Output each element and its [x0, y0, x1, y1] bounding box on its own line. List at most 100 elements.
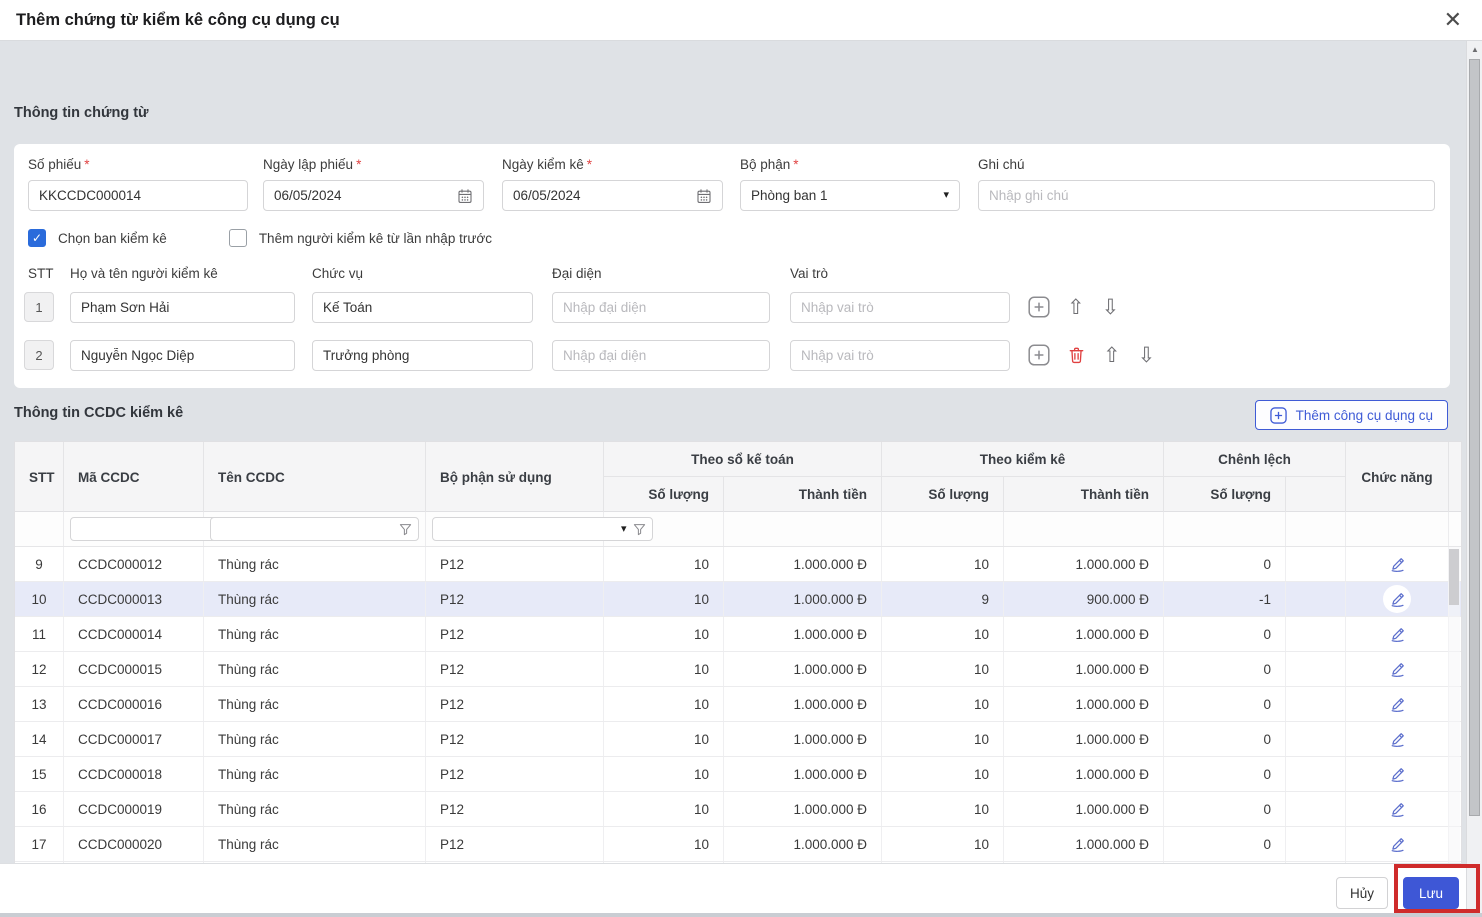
delete-person-icon[interactable]	[1067, 345, 1086, 365]
edit-row-button[interactable]	[1383, 760, 1411, 788]
table-row[interactable]: 17 CCDC000020 Thùng rác P12 10 1.000.000…	[15, 827, 1461, 862]
cancel-button[interactable]: Hủy	[1336, 877, 1388, 909]
dialog-title: Thêm chứng từ kiểm kê công cụ dụng cụ	[16, 11, 340, 30]
sub-header-thanh-tien: Thành tiền	[724, 477, 882, 512]
required-marker: *	[356, 157, 361, 172]
close-icon[interactable]: ✕	[1444, 7, 1462, 33]
checkbox-icon[interactable]: ✓	[229, 229, 247, 247]
edit-row-button[interactable]	[1383, 655, 1411, 683]
section-title-document-info: Thông tin chứng từ	[14, 105, 149, 121]
cell-thanh-tien-so-ke-toan: 1.000.000 Đ	[724, 582, 882, 616]
dialog-body: Thông tin chứng từ Số phiếu* Ngày lập ph…	[0, 41, 1466, 863]
cell-so-luong-so-ke-toan: 10	[604, 757, 724, 791]
filter-bo-phan-input[interactable]	[439, 522, 615, 537]
ngay-kiem-ke-datepicker[interactable]: 06/05/2024	[502, 180, 723, 211]
move-down-icon[interactable]: ⇩	[1138, 345, 1156, 366]
table-row[interactable]: 16 CCDC000019 Thùng rác P12 10 1.000.000…	[15, 792, 1461, 827]
cell-empty	[1286, 687, 1346, 721]
cell-so-luong-kiem-ke: 9	[882, 582, 1004, 616]
add-person-button[interactable]	[1028, 296, 1050, 318]
cell-stt: 10	[15, 582, 64, 616]
cell-so-luong-so-ke-toan: 10	[604, 547, 724, 581]
cell-thanh-tien-so-ke-toan: 1.000.000 Đ	[724, 792, 882, 826]
cell-ma-ccdc: CCDC000016	[64, 687, 204, 721]
bo-phan-select[interactable]: Phòng ban 1 ▾	[740, 180, 960, 211]
people-header-position: Chức vụ	[312, 266, 363, 281]
cell-thanh-tien-so-ke-toan: 1.000.000 Đ	[724, 722, 882, 756]
filter-funnel-icon	[399, 523, 412, 536]
table-body: 9 CCDC000012 Thùng rác P12 10 1.000.000 …	[15, 547, 1461, 862]
cell-empty	[1286, 617, 1346, 651]
table-vertical-scrollbar[interactable]: ▼	[1448, 547, 1460, 893]
cell-ten-ccdc: Thùng rác	[204, 792, 426, 826]
edit-row-button[interactable]	[1383, 795, 1411, 823]
cell-so-luong-chenh-lech: 0	[1164, 617, 1286, 651]
edit-row-button[interactable]	[1383, 690, 1411, 718]
person-stt-badge: 2	[24, 340, 54, 370]
ghi-chu-input[interactable]	[978, 180, 1435, 211]
cell-stt: 9	[15, 547, 64, 581]
cell-chuc-nang	[1346, 547, 1449, 581]
filter-ten-ccdc[interactable]	[210, 517, 419, 541]
person-stt-badge: 1	[24, 292, 54, 322]
move-up-icon[interactable]: ⇧	[1067, 297, 1085, 318]
table-row[interactable]: 14 CCDC000017 Thùng rác P12 10 1.000.000…	[15, 722, 1461, 757]
cell-ten-ccdc: Thùng rác	[204, 582, 426, 616]
edit-row-button[interactable]	[1383, 830, 1411, 858]
col-header-ma-ccdc: Mã CCDC	[64, 442, 204, 512]
calendar-icon[interactable]	[696, 188, 712, 204]
table-row[interactable]: 15 CCDC000018 Thùng rác P12 10 1.000.000…	[15, 757, 1461, 792]
edit-row-button[interactable]	[1383, 725, 1411, 753]
checkbox-icon[interactable]: ✓	[28, 229, 46, 247]
sub-header-so-luong: Số lượng	[1164, 477, 1286, 512]
required-marker: *	[84, 157, 89, 172]
table-row[interactable]: 10 CCDC000013 Thùng rác P12 10 1.000.000…	[15, 582, 1461, 617]
filter-ten-ccdc-input[interactable]	[217, 522, 393, 537]
cell-ten-ccdc: Thùng rác	[204, 687, 426, 721]
cell-ten-ccdc: Thùng rác	[204, 722, 426, 756]
ngay-lap-phieu-datepicker[interactable]: 06/05/2024	[263, 180, 484, 211]
chevron-down-icon: ▾	[943, 190, 949, 201]
scrollbar-thumb[interactable]	[1469, 59, 1480, 816]
scrollbar-thumb[interactable]	[1449, 549, 1459, 605]
move-down-icon[interactable]: ⇩	[1102, 297, 1120, 318]
person-role-input[interactable]	[790, 340, 1010, 371]
table-row[interactable]: 11 CCDC000014 Thùng rác P12 10 1.000.000…	[15, 617, 1461, 652]
checkbox-chon-ban-kiem-ke[interactable]: ✓ Chọn ban kiểm kê	[28, 229, 167, 247]
table-row[interactable]: 12 CCDC000015 Thùng rác P12 10 1.000.000…	[15, 652, 1461, 687]
save-button[interactable]: Lưu	[1403, 877, 1459, 909]
person-role-input[interactable]	[790, 292, 1010, 323]
edit-row-button[interactable]	[1383, 550, 1411, 578]
checkbox-them-nguoi-kiem-ke[interactable]: ✓ Thêm người kiểm kê từ lần nhập trước	[229, 229, 492, 247]
cell-stt: 16	[15, 792, 64, 826]
dialog-footer: Hủy Lưu	[0, 863, 1466, 913]
cell-ma-ccdc: CCDC000019	[64, 792, 204, 826]
cell-thanh-tien-so-ke-toan: 1.000.000 Đ	[724, 757, 882, 791]
cell-ten-ccdc: Thùng rác	[204, 827, 426, 861]
cell-so-luong-kiem-ke: 10	[882, 617, 1004, 651]
sub-header-so-luong: Số lượng	[604, 477, 724, 512]
person-position-input[interactable]	[312, 292, 533, 323]
required-marker: *	[793, 157, 798, 172]
so-phieu-input[interactable]	[28, 180, 248, 211]
plus-square-icon	[1270, 407, 1287, 424]
cell-so-luong-kiem-ke: 10	[882, 652, 1004, 686]
cell-ma-ccdc: CCDC000020	[64, 827, 204, 861]
table-row[interactable]: 9 CCDC000012 Thùng rác P12 10 1.000.000 …	[15, 547, 1461, 582]
add-person-button[interactable]	[1028, 344, 1050, 366]
cell-so-luong-chenh-lech: 0	[1164, 547, 1286, 581]
person-representative-input[interactable]	[552, 292, 770, 323]
table-row[interactable]: 13 CCDC000016 Thùng rác P12 10 1.000.000…	[15, 687, 1461, 722]
person-representative-input[interactable]	[552, 340, 770, 371]
move-up-icon[interactable]: ⇧	[1103, 345, 1121, 366]
calendar-icon[interactable]	[457, 188, 473, 204]
scroll-up-icon[interactable]: ▲	[1467, 45, 1482, 54]
person-name-input[interactable]	[70, 292, 295, 323]
edit-row-button[interactable]	[1383, 585, 1411, 613]
add-ccdc-button[interactable]: Thêm công cụ dụng cụ	[1255, 400, 1448, 430]
cell-thanh-tien-kiem-ke: 1.000.000 Đ	[1004, 652, 1164, 686]
person-position-input[interactable]	[312, 340, 533, 371]
edit-row-button[interactable]	[1383, 620, 1411, 648]
person-name-input[interactable]	[70, 340, 295, 371]
dialog-vertical-scrollbar[interactable]: ▲	[1466, 41, 1482, 917]
